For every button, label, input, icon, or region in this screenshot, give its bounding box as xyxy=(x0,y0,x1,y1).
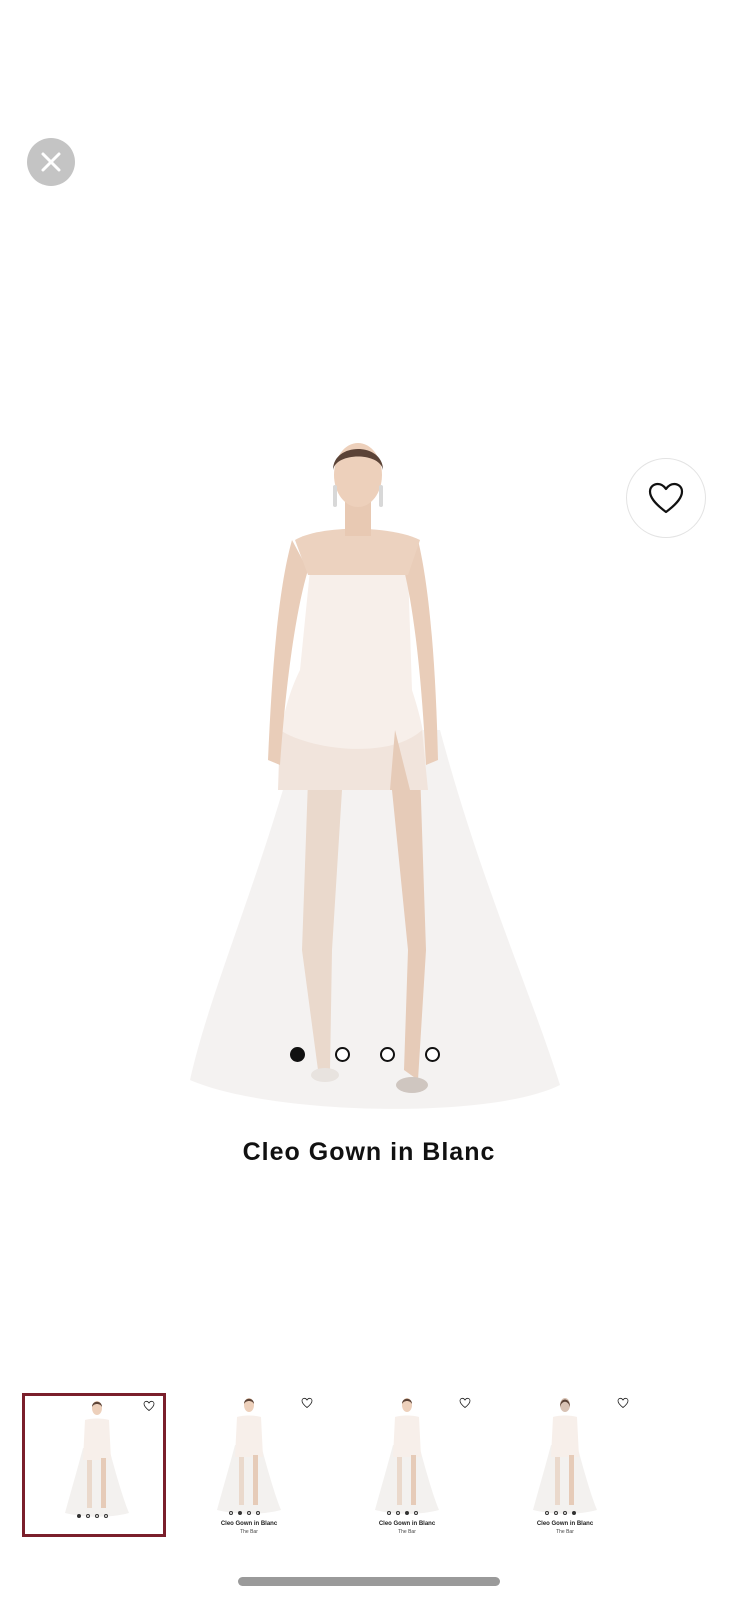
thumbnail-1[interactable] xyxy=(22,1393,166,1537)
thumbnail-image xyxy=(65,1401,129,1517)
carousel-dot-4[interactable] xyxy=(425,1047,440,1062)
thumbnail-strip: Cleo Gown in Blanc The Bar Cleo Gown in … xyxy=(0,1393,738,1537)
thumbnail-heart-icon xyxy=(459,1397,471,1409)
thumbnail-dots xyxy=(387,1511,418,1515)
carousel-dot-3[interactable] xyxy=(380,1047,395,1062)
thumbnail-image xyxy=(375,1398,439,1514)
thumbnail-title: Cleo Gown in Blanc xyxy=(378,1521,436,1527)
thumbnail-brand: The Bar xyxy=(240,1529,258,1535)
thumbnail-dots xyxy=(77,1514,108,1518)
thumbnail-image xyxy=(217,1398,281,1514)
close-button[interactable] xyxy=(27,138,75,186)
thumbnail-brand: The Bar xyxy=(556,1529,574,1535)
close-icon xyxy=(41,152,61,172)
thumbnail-heart-icon xyxy=(143,1400,155,1412)
product-image[interactable] xyxy=(190,430,560,1120)
heart-icon xyxy=(648,482,684,514)
wishlist-button[interactable] xyxy=(626,458,706,538)
carousel-dot-1[interactable] xyxy=(290,1047,305,1062)
thumbnail-2[interactable]: Cleo Gown in Blanc The Bar xyxy=(177,1393,321,1537)
carousel-indicator xyxy=(290,1047,440,1062)
thumbnail-3[interactable]: Cleo Gown in Blanc The Bar xyxy=(335,1393,479,1537)
home-indicator[interactable] xyxy=(238,1577,500,1586)
thumbnail-image xyxy=(533,1398,597,1514)
thumbnail-dots xyxy=(229,1511,260,1515)
thumbnail-brand: The Bar xyxy=(398,1529,416,1535)
thumbnail-4[interactable]: Cleo Gown in Blanc The Bar xyxy=(493,1393,637,1537)
thumbnail-dots xyxy=(545,1511,576,1515)
thumbnail-title: Cleo Gown in Blanc xyxy=(536,1521,594,1527)
carousel-dot-2[interactable] xyxy=(335,1047,350,1062)
product-title: Cleo Gown in Blanc xyxy=(242,1138,496,1166)
thumbnail-title: Cleo Gown in Blanc xyxy=(220,1521,278,1527)
thumbnail-heart-icon xyxy=(301,1397,313,1409)
thumbnail-heart-icon xyxy=(617,1397,629,1409)
